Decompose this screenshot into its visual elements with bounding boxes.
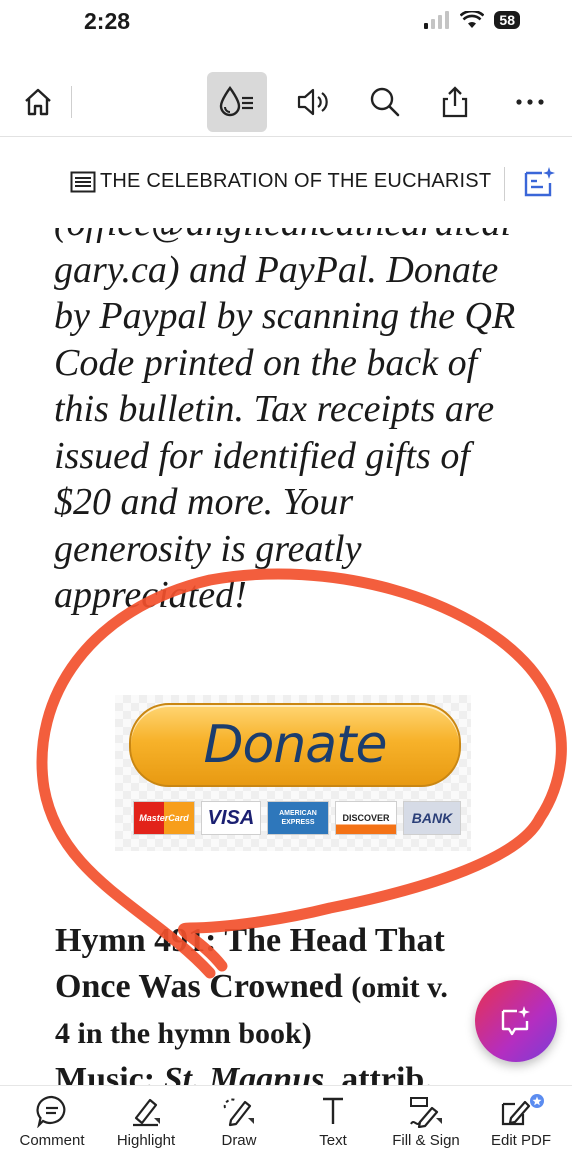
ai-assistant-button[interactable] — [522, 165, 558, 204]
comment-icon — [36, 1095, 66, 1128]
fill-sign-label: Fill & Sign — [392, 1132, 460, 1149]
status-indicators: 58 — [424, 11, 520, 29]
outline-icon — [70, 171, 96, 192]
liquid-mode-icon — [219, 85, 253, 117]
text-tool[interactable]: Text — [288, 1094, 378, 1149]
more-icon — [516, 99, 544, 105]
home-button[interactable] — [8, 72, 68, 132]
title-divider — [504, 167, 505, 201]
text-icon — [323, 1097, 343, 1124]
document-title-bar: THE CELEBRATION OF THE EUCHARIST — [0, 137, 572, 227]
status-time: 2:28 — [84, 8, 131, 34]
bottom-toolbar: Comment Highlight Draw Text Fill & Sign … — [0, 1085, 572, 1153]
cellular-signal-icon — [424, 11, 450, 29]
search-icon — [370, 87, 400, 117]
edit-pdf-tool[interactable]: Edit PDF — [476, 1094, 566, 1149]
edit-pdf-icon — [501, 1094, 544, 1126]
draw-icon — [223, 1098, 254, 1127]
share-button[interactable] — [425, 72, 485, 132]
highlight-icon — [133, 1098, 160, 1127]
ai-assistant-icon — [501, 1006, 530, 1036]
home-icon — [25, 88, 51, 116]
highlight-tool[interactable]: Highlight — [101, 1094, 191, 1149]
ai-assistant-fab[interactable] — [475, 980, 557, 1062]
top-toolbar — [0, 64, 572, 137]
document-title-text: THE CELEBRATION OF THE EUCHARIST — [100, 170, 492, 192]
fill-sign-tool[interactable]: Fill & Sign — [381, 1094, 471, 1149]
liquid-mode-button[interactable] — [207, 72, 267, 132]
speaker-icon — [297, 88, 328, 116]
document-content[interactable]: (office@anglicancathedralcal gary.ca) an… — [0, 228, 572, 1088]
search-button[interactable] — [355, 72, 415, 132]
comment-label: Comment — [19, 1132, 85, 1149]
toolbar-divider — [71, 86, 72, 118]
highlight-label: Highlight — [116, 1132, 176, 1149]
fill-sign-icon — [410, 1097, 442, 1128]
read-aloud-button[interactable] — [283, 72, 343, 132]
more-button[interactable] — [500, 72, 560, 132]
status-bar: 2:28 58 — [0, 0, 572, 46]
freehand-annotation-circle[interactable] — [0, 228, 572, 1088]
text-label: Text — [319, 1132, 347, 1149]
edit-pdf-label: Edit PDF — [490, 1132, 551, 1149]
comment-tool[interactable]: Comment — [7, 1094, 97, 1149]
wifi-icon — [460, 11, 485, 28]
share-icon — [442, 86, 468, 118]
draw-label: Draw — [221, 1132, 257, 1149]
draw-tool[interactable]: Draw — [194, 1094, 284, 1149]
ai-assistant-icon — [524, 167, 555, 197]
document-title[interactable]: THE CELEBRATION OF THE EUCHARIST — [70, 170, 491, 193]
battery-icon: 58 — [494, 11, 520, 29]
